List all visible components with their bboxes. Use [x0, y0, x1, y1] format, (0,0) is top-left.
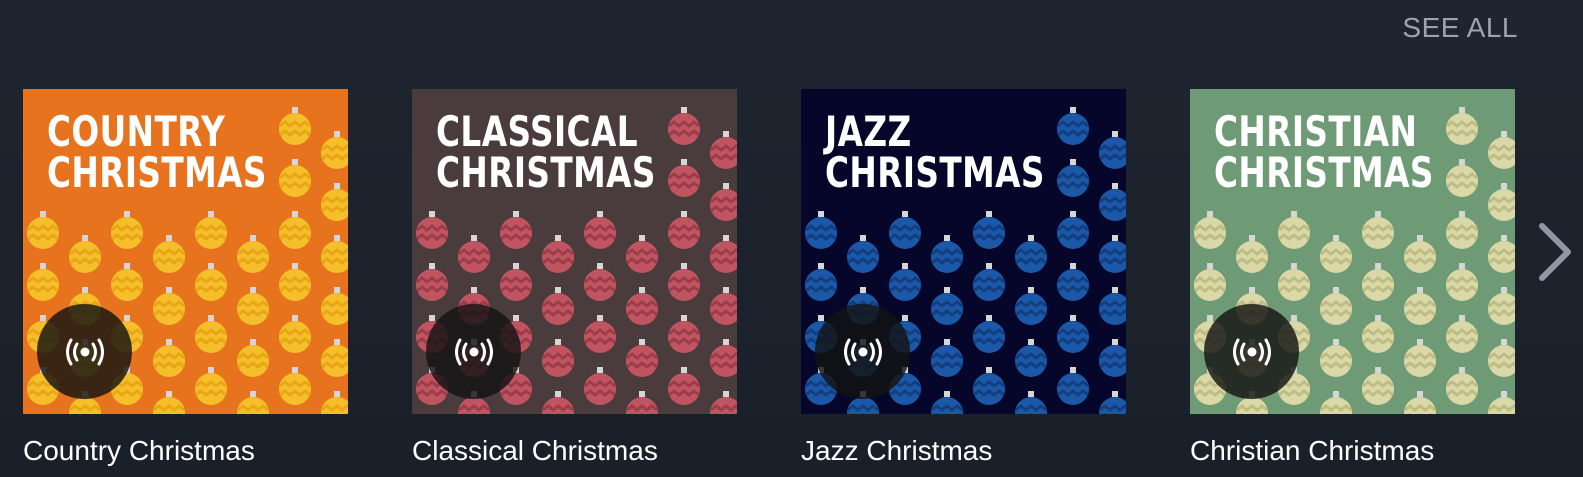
- play-station-button[interactable]: [815, 304, 910, 399]
- broadcast-icon: [454, 338, 493, 365]
- station-carousel: COUNTRY CHRISTMAS Country Christmas CLAS…: [23, 89, 1515, 467]
- artwork-title: CHRISTIAN CHRISTMAS: [1214, 107, 1434, 197]
- station-title[interactable]: Country Christmas: [23, 435, 348, 467]
- station-card-jazz[interactable]: JAZZ CHRISTMAS Jazz Christmas: [801, 89, 1126, 467]
- station-artwork[interactable]: CHRISTIAN CHRISTMAS: [1190, 89, 1515, 414]
- artwork-title: COUNTRY CHRISTMAS: [47, 107, 267, 197]
- station-artwork[interactable]: CLASSICAL CHRISTMAS: [412, 89, 737, 414]
- station-card-classical[interactable]: CLASSICAL CHRISTMAS Classical Christmas: [412, 89, 737, 467]
- station-artwork[interactable]: JAZZ CHRISTMAS: [801, 89, 1126, 414]
- broadcast-icon: [843, 338, 882, 365]
- broadcast-icon: [65, 338, 104, 365]
- see-all-link[interactable]: SEE ALL: [1402, 12, 1518, 44]
- station-card-country[interactable]: COUNTRY CHRISTMAS Country Christmas: [23, 89, 348, 467]
- station-title[interactable]: Jazz Christmas: [801, 435, 1126, 467]
- station-title[interactable]: Christian Christmas: [1190, 435, 1515, 467]
- play-station-button[interactable]: [37, 304, 132, 399]
- broadcast-icon: [1232, 338, 1271, 365]
- station-artwork[interactable]: COUNTRY CHRISTMAS: [23, 89, 348, 414]
- chevron-right-icon[interactable]: [1538, 222, 1572, 282]
- artwork-title: CLASSICAL CHRISTMAS: [436, 107, 656, 197]
- play-station-button[interactable]: [1204, 304, 1299, 399]
- play-station-button[interactable]: [426, 304, 521, 399]
- artwork-title: JAZZ CHRISTMAS: [825, 107, 1045, 197]
- station-title[interactable]: Classical Christmas: [412, 435, 737, 467]
- station-card-christian[interactable]: CHRISTIAN CHRISTMAS Christian Christmas: [1190, 89, 1515, 467]
